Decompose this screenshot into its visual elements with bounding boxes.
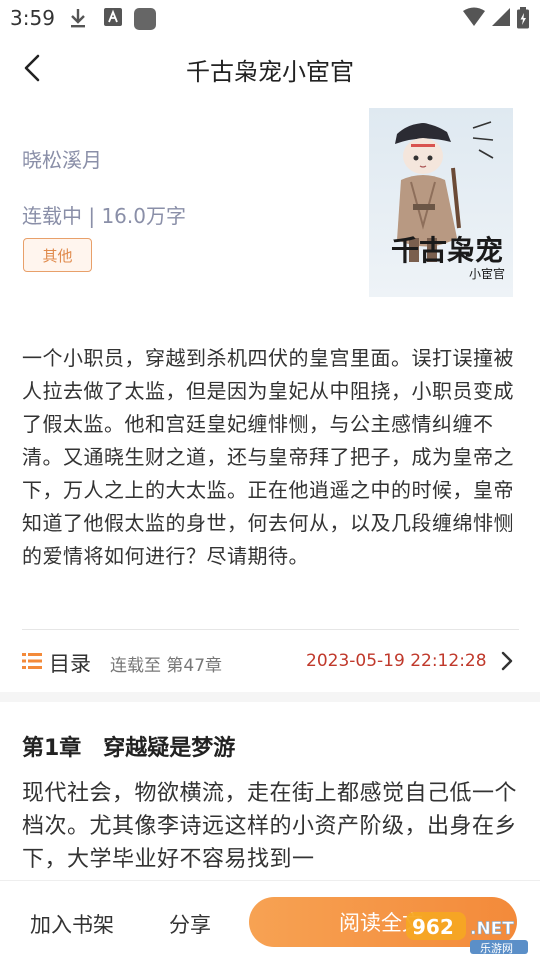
signal-icon bbox=[492, 8, 510, 26]
watermark-site: 乐游网 bbox=[480, 942, 513, 955]
section-separator bbox=[0, 692, 540, 702]
genre-tag[interactable]: 其他 bbox=[23, 238, 92, 272]
book-status: 连载中 | 16.0万字 bbox=[22, 204, 186, 228]
status-bar: 3:59 bbox=[0, 0, 540, 36]
catalog-row[interactable]: 目录 连载至 第47章 2023-05-19 22:12:28 bbox=[0, 630, 540, 692]
book-cover: 千古枭宠 小宦官 bbox=[369, 108, 513, 297]
chevron-right-icon bbox=[501, 651, 513, 671]
page-title: 千古枭宠小宦官 bbox=[186, 58, 354, 86]
site-watermark: 962 .NET 乐游网 bbox=[406, 912, 528, 955]
catalog-label: 目录 bbox=[49, 652, 91, 676]
list-icon bbox=[22, 653, 42, 669]
author-name[interactable]: 晓松溪月 bbox=[22, 144, 102, 173]
chapter-preview: 现代社会，物欲横流，走在街上都感觉自己低一个档次。尤其像李诗远这样的小资产阶级，… bbox=[22, 781, 518, 872]
status-time: 3:59 bbox=[10, 6, 55, 30]
keyboard-a-icon bbox=[104, 8, 122, 26]
app-header: 千古枭宠小宦官 bbox=[0, 36, 540, 100]
cover-subtitle: 小宦官 bbox=[469, 266, 505, 281]
watermark-number: 962 bbox=[412, 915, 454, 939]
update-time: 2023-05-19 22:12:28 bbox=[306, 651, 487, 671]
watermark-suffix: .NET bbox=[470, 919, 514, 939]
share-button[interactable]: 分享 bbox=[169, 909, 211, 939]
wifi-icon bbox=[463, 7, 485, 26]
cover-illustration: 千古枭宠 小宦官 bbox=[369, 108, 513, 297]
chapter-title: 第1章 穿越疑是梦游 bbox=[22, 736, 236, 761]
app-icon bbox=[134, 8, 156, 30]
latest-chapter: 连载至 第47章 bbox=[110, 656, 223, 676]
book-description: 一个小职员，穿越到杀机四伏的皇宫里面。误打误撞被人拉去做了太监，但是因为皇妃从中… bbox=[22, 346, 514, 568]
download-icon bbox=[71, 9, 85, 28]
cover-title: 千古枭宠 bbox=[391, 234, 503, 267]
add-to-shelf-button[interactable]: 加入书架 bbox=[30, 909, 114, 939]
battery-icon bbox=[517, 7, 529, 29]
